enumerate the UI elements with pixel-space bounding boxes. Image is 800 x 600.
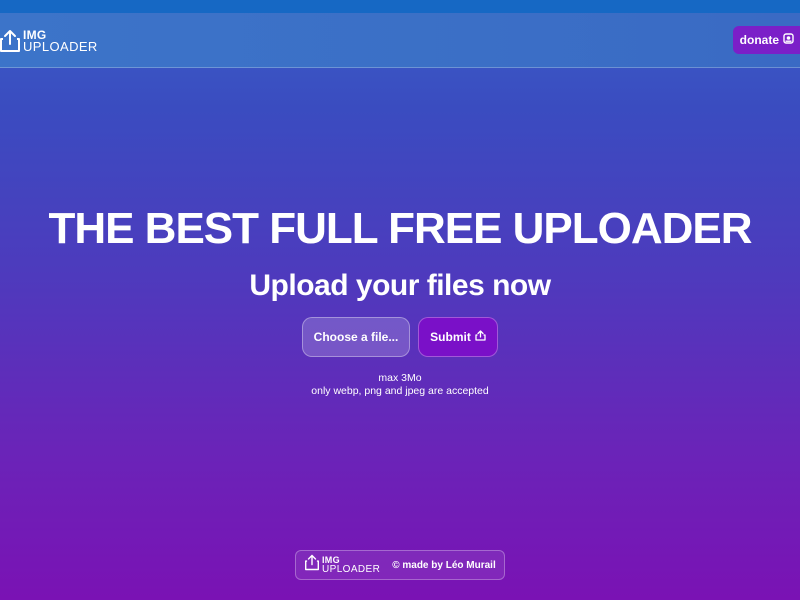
upload-tray-icon: [0, 29, 20, 53]
footer-logo-text: IMG UPLOADER: [322, 555, 381, 575]
choose-file-button[interactable]: Choose a file...: [302, 317, 410, 357]
footer-logo[interactable]: IMG UPLOADER: [305, 554, 380, 576]
share-icon: [475, 330, 486, 344]
hero-title: THE BEST FULL FREE UPLOADER: [48, 204, 752, 253]
donate-button[interactable]: donate: [732, 26, 800, 54]
submit-button[interactable]: Submit: [418, 317, 498, 357]
logo-text: IMG UPLOADER: [23, 29, 98, 53]
footer-credit: © made by Léo Murail: [392, 559, 496, 571]
header: IMG UPLOADER donate: [0, 13, 800, 68]
submit-label: Submit: [430, 330, 471, 344]
coin-icon: [783, 33, 794, 47]
choose-file-label: Choose a file...: [313, 330, 399, 344]
footer: IMG UPLOADER © made by Léo Murail: [295, 550, 505, 580]
upload-tray-icon: [305, 554, 319, 576]
logo-subtitle: UPLOADER: [23, 39, 98, 54]
footer-logo-subtitle: UPLOADER: [322, 563, 381, 575]
accepted-types-note: only webp, png and jpeg are accepted: [311, 385, 489, 397]
donate-label: donate: [739, 33, 779, 47]
logo[interactable]: IMG UPLOADER: [0, 27, 98, 55]
size-limit-note: max 3Mo: [378, 372, 422, 384]
hero-subtitle: Upload your files now: [249, 269, 551, 302]
top-strip: [0, 0, 800, 13]
